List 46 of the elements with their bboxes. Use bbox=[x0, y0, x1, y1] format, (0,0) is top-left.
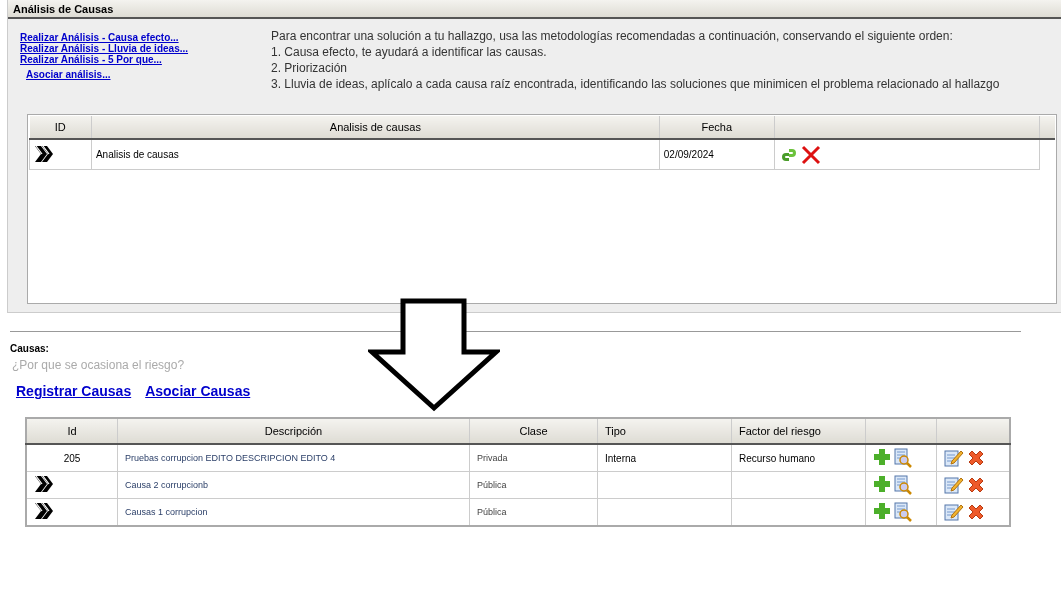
document-magnifier-icon[interactable] bbox=[893, 502, 913, 522]
analysis-link[interactable]: Realizar Análisis - Lluvia de ideas... bbox=[20, 43, 189, 54]
document-magnifier-icon[interactable] bbox=[893, 448, 913, 468]
chevron-icon bbox=[34, 475, 54, 493]
column-header: Id bbox=[26, 418, 118, 444]
column-header: Clase bbox=[469, 418, 598, 444]
table-cell: Interna bbox=[597, 444, 732, 472]
delete-icon[interactable] bbox=[966, 502, 986, 522]
instruction-text: 2. Priorización bbox=[271, 60, 349, 76]
edit-icon[interactable] bbox=[944, 448, 964, 468]
table-cell: Recurso humano bbox=[731, 444, 866, 472]
instruction-text: Para encontrar una solución a tu hallazgo, usa las metodologías recomendadas a continuación, conservando el siguiente orden: bbox=[271, 28, 954, 44]
causes-link[interactable]: Asociar Causas bbox=[145, 383, 251, 399]
table-cell: Privada bbox=[469, 444, 598, 472]
analysis-link[interactable]: Realizar Análisis - Causa efecto... bbox=[20, 32, 179, 43]
instruction-text: 1. Causa efecto, te ayudará a identificar las causas. bbox=[271, 44, 548, 60]
column-header: ID bbox=[29, 116, 92, 139]
table-cell: Pruebas corrupcion EDITO DESCRIPCION EDITO 4 bbox=[117, 444, 470, 472]
panel-title: Análisis de Causas bbox=[8, 0, 1061, 19]
plus-icon[interactable] bbox=[873, 475, 891, 493]
edit-icon[interactable] bbox=[944, 502, 964, 522]
column-header: Tipo bbox=[597, 418, 732, 444]
delete-icon[interactable] bbox=[966, 448, 986, 468]
table-cell: Causa 2 corrupcionb bbox=[117, 471, 470, 499]
column-header: Descripción bbox=[117, 418, 470, 444]
associate-link[interactable]: Asociar análisis... bbox=[26, 69, 111, 80]
section-title: Causas: bbox=[10, 343, 50, 354]
column-header: Analisis de causas bbox=[91, 116, 660, 139]
plus-icon[interactable] bbox=[873, 502, 891, 520]
table-cell: 02/09/2024 bbox=[659, 139, 775, 170]
causes-link[interactable]: Registrar Causas bbox=[16, 383, 132, 399]
column-header: Factor del riesgo bbox=[731, 418, 866, 444]
chevron-icon bbox=[34, 502, 54, 520]
plus-icon[interactable] bbox=[873, 448, 891, 466]
edit-icon[interactable] bbox=[944, 475, 964, 495]
column-header: Fecha bbox=[659, 116, 775, 139]
delete-icon[interactable] bbox=[800, 144, 821, 165]
table-cell: 205 bbox=[26, 444, 118, 472]
table-cell: Analisis de causas bbox=[91, 139, 660, 170]
delete-icon[interactable] bbox=[966, 475, 986, 495]
question-text: ¿Por que se ocasiona el riesgo? bbox=[12, 358, 186, 372]
document-magnifier-icon[interactable] bbox=[893, 475, 913, 495]
chevron-icon bbox=[34, 144, 54, 163]
table-cell: Pública bbox=[469, 471, 598, 499]
analysis-link[interactable]: Realizar Análisis - 5 Por que... bbox=[20, 54, 162, 65]
instruction-text: 3. Lluvia de ideas, aplícalo a cada causa raíz encontrada, identificando las soluciones que minimicen el problema relacionado al hallazgo bbox=[271, 76, 1000, 92]
